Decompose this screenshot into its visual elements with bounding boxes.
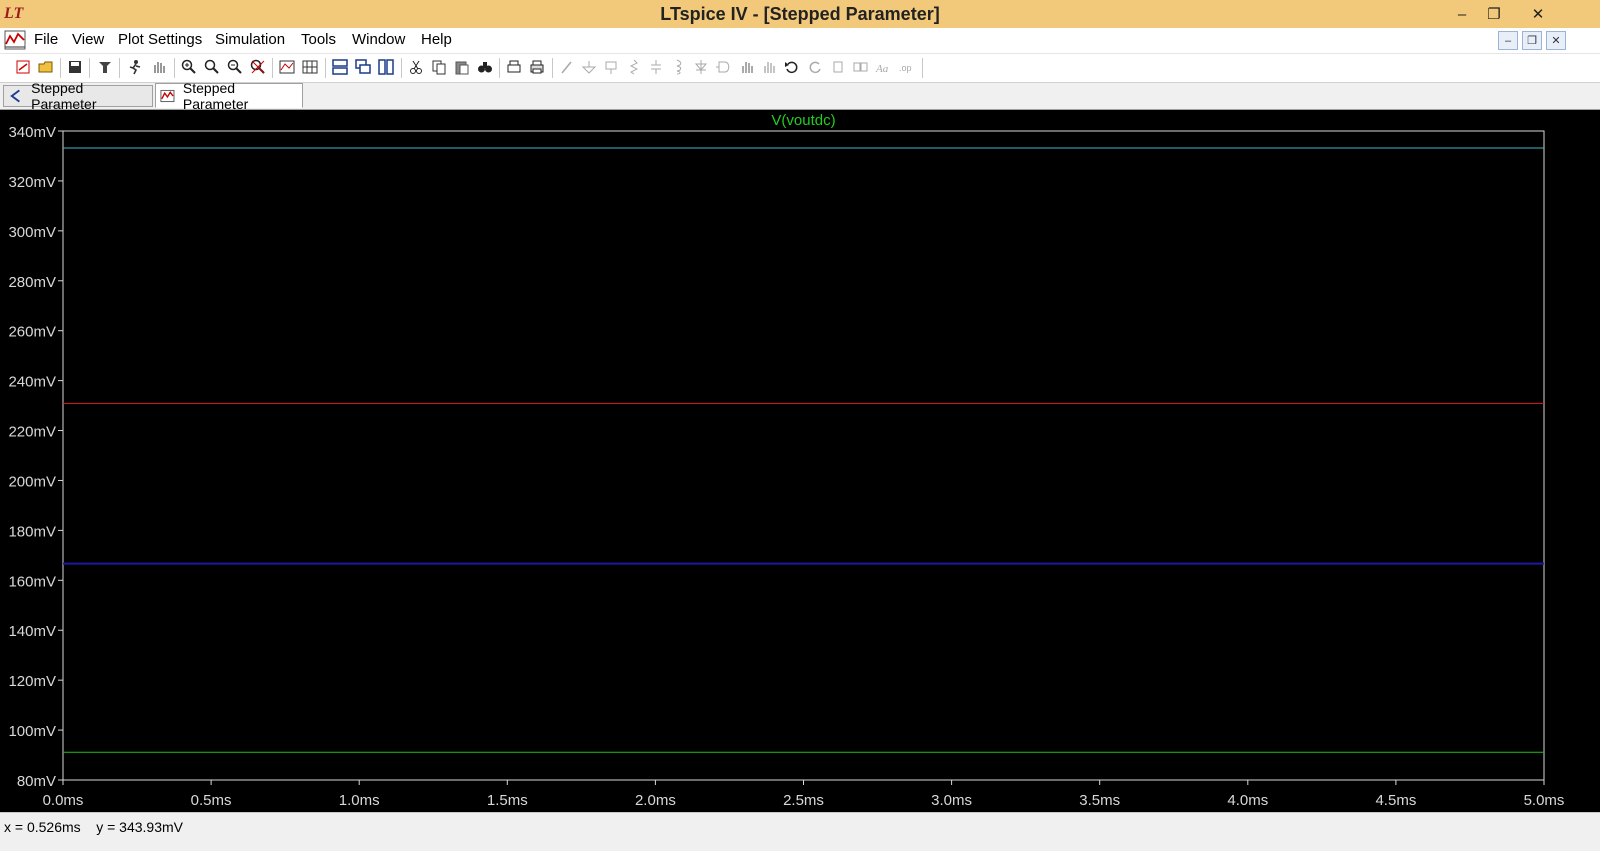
y-tick-label: 280mV xyxy=(8,274,56,291)
menu-plot-settings[interactable]: Plot Settings xyxy=(118,31,202,48)
print-icon[interactable] xyxy=(528,58,546,76)
mdi-restore-button[interactable]: ❐ xyxy=(1522,31,1542,50)
menu-simulation[interactable]: Simulation xyxy=(215,31,285,48)
zoom-fit-icon[interactable] xyxy=(249,58,267,76)
x-tick-label: 0.5ms xyxy=(191,792,232,809)
waveform-window-icon[interactable] xyxy=(4,30,26,50)
title-bar: LT LTspice IV - [Stepped Parameter] – ❐ … xyxy=(0,0,1600,28)
spice-directive-icon[interactable]: .op xyxy=(897,58,915,76)
x-tick-label: 3.0ms xyxy=(931,792,972,809)
y-tick-label: 240mV xyxy=(8,374,56,391)
inductor-icon[interactable] xyxy=(669,58,687,76)
schematic-icon xyxy=(10,89,20,103)
x-tick-label: 3.5ms xyxy=(1079,792,1120,809)
trace-title: V(voutdc) xyxy=(771,112,835,129)
capacitor-icon[interactable] xyxy=(647,58,665,76)
undo-icon[interactable] xyxy=(783,58,801,76)
y-tick-label: 180mV xyxy=(8,523,56,540)
waveform-icon xyxy=(160,89,175,102)
status-bar: x = 0.526ms y = 343.93mV xyxy=(0,812,1600,851)
y-tick-label: 160mV xyxy=(8,573,56,590)
menu-help[interactable]: Help xyxy=(421,31,452,48)
svg-text:.op: .op xyxy=(899,63,912,73)
document-tab-bar: Stepped Parameter Stepped Parameter xyxy=(0,80,1600,112)
component-icon[interactable] xyxy=(715,58,733,76)
halt-icon[interactable] xyxy=(150,58,168,76)
cascade-icon[interactable] xyxy=(354,58,372,76)
text-icon[interactable]: Aa xyxy=(874,58,892,76)
menu-file[interactable]: File xyxy=(34,31,58,48)
window-title: LTspice IV - [Stepped Parameter] xyxy=(660,4,940,24)
mirror-icon[interactable] xyxy=(851,58,869,76)
copy-icon[interactable] xyxy=(430,58,448,76)
resistor-icon[interactable] xyxy=(625,58,643,76)
mdi-close-button[interactable]: ✕ xyxy=(1546,31,1566,50)
save-icon[interactable] xyxy=(66,58,84,76)
label-icon[interactable] xyxy=(602,58,620,76)
move-icon[interactable] xyxy=(738,58,756,76)
y-tick-label: 300mV xyxy=(8,224,56,241)
drag-icon[interactable] xyxy=(760,58,778,76)
find-icon[interactable] xyxy=(476,58,494,76)
y-tick-label: 260mV xyxy=(8,324,56,341)
x-tick-label: 5.0ms xyxy=(1524,792,1565,809)
y-tick-label: 340mV xyxy=(8,124,56,141)
tab-label: Stepped Parameter xyxy=(182,79,249,112)
waveform-chart[interactable]: 340mV 320mV 300mV 280mV 260mV 240mV 220mV 200mV… xyxy=(0,110,1600,812)
autorange-icon[interactable] xyxy=(278,58,296,76)
menu-tools[interactable]: Tools xyxy=(301,31,336,48)
ground-icon[interactable] xyxy=(580,58,598,76)
menu-view[interactable]: View xyxy=(72,31,104,48)
x-tick-label: 0.0ms xyxy=(43,792,84,809)
y-tick-label: 220mV xyxy=(8,424,56,441)
x-tick-label: 1.0ms xyxy=(339,792,380,809)
x-tick-label: 2.0ms xyxy=(635,792,676,809)
x-tick-label: 2.5ms xyxy=(783,792,824,809)
tile-horizontal-icon[interactable] xyxy=(331,58,349,76)
cursor-readout: x = 0.526ms y = 343.93mV xyxy=(4,819,183,835)
control-panel-icon[interactable] xyxy=(96,58,114,76)
menu-window[interactable]: Window xyxy=(352,31,405,48)
waveform-plot-pane[interactable]: 340mV 320mV 300mV 280mV 260mV 240mV 220mV 200mV… xyxy=(0,110,1600,812)
menu-bar: File View Plot Settings Simulation Tools… xyxy=(0,28,1600,54)
y-tick-label: 200mV xyxy=(8,473,56,490)
y-tick-label: 120mV xyxy=(8,673,56,690)
open-folder-icon[interactable] xyxy=(37,58,55,76)
grid-icon[interactable] xyxy=(301,58,319,76)
svg-text:Aa: Aa xyxy=(875,63,889,75)
zoom-in-icon[interactable] xyxy=(180,58,198,76)
mdi-minimize-button[interactable]: – xyxy=(1498,31,1518,50)
cut-icon[interactable] xyxy=(407,58,425,76)
plot-frame xyxy=(62,130,1545,781)
diode-icon[interactable] xyxy=(692,58,710,76)
tab-waveform[interactable]: Stepped Parameter xyxy=(155,80,303,112)
x-tick-label: 4.0ms xyxy=(1227,792,1268,809)
y-tick-label: 320mV xyxy=(8,174,56,191)
paste-icon[interactable] xyxy=(453,58,471,76)
tab-schematic[interactable]: Stepped Parameter xyxy=(3,80,153,112)
y-tick-label: 100mV xyxy=(8,723,56,740)
tile-vertical-icon[interactable] xyxy=(377,58,395,76)
tab-label: Stepped Parameter xyxy=(31,80,97,112)
redo-icon[interactable] xyxy=(806,58,824,76)
new-schematic-icon[interactable] xyxy=(14,58,32,76)
x-tick-label: 1.5ms xyxy=(487,792,528,809)
print-preview-icon[interactable] xyxy=(505,58,523,76)
y-tick-label: 80mV xyxy=(17,773,56,790)
close-button[interactable]: ✕ xyxy=(1518,0,1558,28)
rotate-icon[interactable] xyxy=(829,58,847,76)
zoom-area-icon[interactable] xyxy=(203,58,221,76)
zoom-out-icon[interactable] xyxy=(226,58,244,76)
restore-button[interactable]: ❐ xyxy=(1474,0,1514,28)
run-icon[interactable] xyxy=(126,58,144,76)
wire-icon[interactable] xyxy=(558,58,576,76)
x-tick-label: 4.5ms xyxy=(1375,792,1416,809)
y-tick-label: 140mV xyxy=(8,623,56,640)
